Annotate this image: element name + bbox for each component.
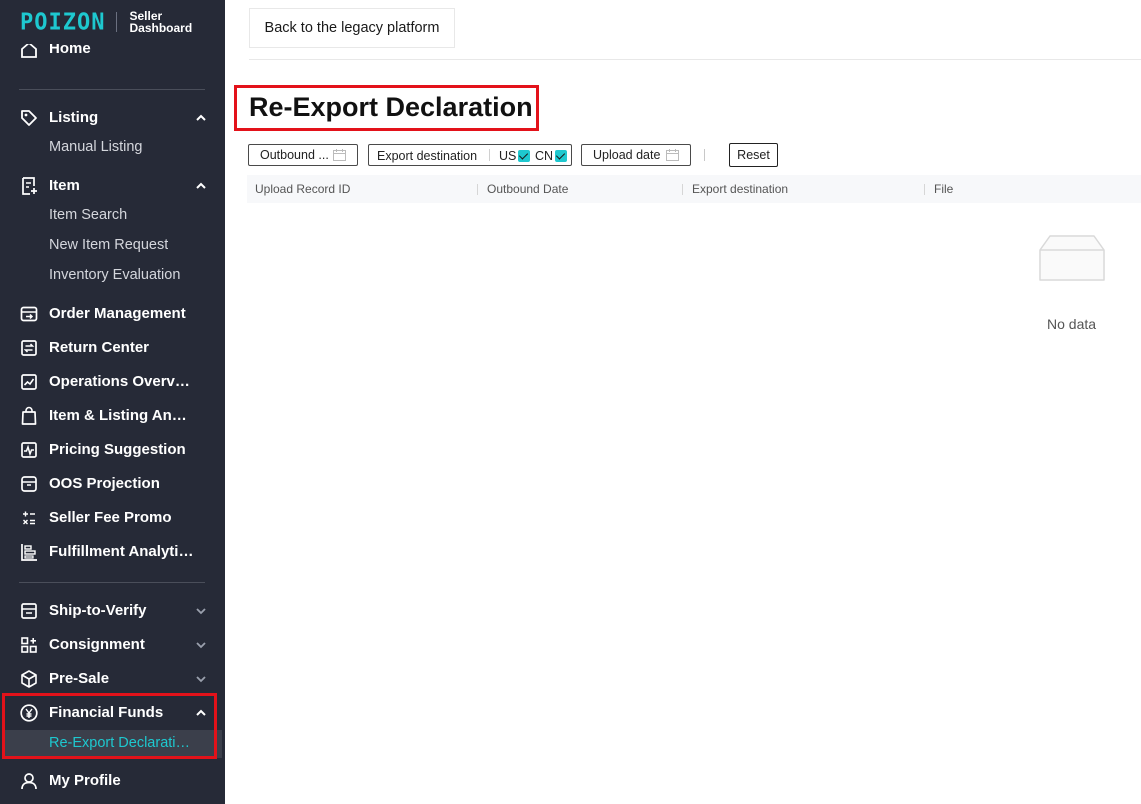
sidebar-item-pre-sale[interactable]: Pre-Sale bbox=[0, 664, 225, 694]
upload-date-picker[interactable]: Upload date bbox=[581, 144, 691, 166]
calendar-icon bbox=[333, 149, 346, 161]
sidebar-item-label: Operations Overview bbox=[49, 373, 194, 390]
brand-divider bbox=[116, 12, 118, 32]
header-divider bbox=[249, 59, 1141, 60]
order-box-icon bbox=[20, 306, 38, 322]
bar-chart-icon bbox=[21, 544, 37, 561]
sidebar-item-home[interactable]: Home bbox=[0, 40, 225, 74]
sidebar-divider bbox=[19, 582, 205, 583]
chevron-down-icon bbox=[196, 642, 206, 649]
calculator-icon bbox=[23, 511, 35, 525]
option-cn-label: CN bbox=[535, 149, 554, 163]
sidebar-item-ship-to-verify[interactable]: Ship-to-Verify bbox=[0, 596, 225, 626]
shopping-bag-icon bbox=[21, 406, 37, 425]
sidebar-item-label: Pre-Sale bbox=[49, 670, 110, 687]
outbound-date-picker[interactable]: Outbound ... bbox=[248, 144, 358, 166]
sidebar-subitem-label: Manual Listing bbox=[49, 139, 143, 155]
grid-icon bbox=[21, 637, 37, 653]
sidebar-item-label: Item bbox=[49, 177, 80, 194]
sidebar-item-label: Return Center bbox=[49, 339, 150, 356]
column-separator bbox=[924, 184, 925, 195]
sidebar-item-label: Listing bbox=[49, 109, 99, 126]
sidebar-item-operations-overview[interactable]: Operations Overview bbox=[0, 367, 225, 397]
sidebar-subitem-manual-listing[interactable]: Manual Listing bbox=[0, 134, 225, 162]
sidebar-item-listing[interactable]: Listing bbox=[0, 103, 225, 133]
brand-subtitle-line2: Dashboard bbox=[129, 21, 193, 35]
user-icon bbox=[21, 773, 37, 790]
shipping-box-icon bbox=[21, 603, 37, 619]
brand-subtitle: Seller Dashboard bbox=[129, 10, 192, 34]
calendar-icon bbox=[666, 149, 679, 161]
option-cn[interactable]: CN bbox=[535, 149, 568, 163]
cube-icon bbox=[21, 670, 37, 688]
filter-separator bbox=[704, 149, 705, 161]
line-chart-icon bbox=[21, 374, 37, 390]
sidebar: Home Listing Manual Listing Item Item Se… bbox=[0, 0, 225, 804]
reset-button[interactable]: Reset bbox=[729, 143, 778, 167]
option-us-label: US bbox=[499, 149, 517, 163]
checkbox-checked-icon[interactable] bbox=[555, 150, 568, 162]
sidebar-item-seller-fee-promo[interactable]: Seller Fee Promo bbox=[0, 503, 225, 533]
sidebar-item-label: Item & Listing Analytics bbox=[49, 407, 194, 424]
back-to-legacy-button[interactable]: Back to the legacy platform bbox=[249, 8, 455, 48]
sidebar-item-label: OOS Projection bbox=[49, 475, 160, 492]
export-destination-select[interactable]: Export destination US CN bbox=[368, 144, 572, 166]
column-separator bbox=[477, 184, 478, 195]
return-icon bbox=[21, 340, 37, 356]
sidebar-item-return-center[interactable]: Return Center bbox=[0, 333, 225, 363]
archive-icon bbox=[21, 476, 37, 492]
highlight-box-page-title bbox=[234, 85, 539, 131]
upload-date-placeholder: Upload date bbox=[593, 148, 661, 162]
sidebar-subitem-label: Inventory Evaluation bbox=[49, 267, 181, 283]
sidebar-item-item-listing-analytics[interactable]: Item & Listing Analytics bbox=[0, 401, 225, 431]
sidebar-item-label: My Profile bbox=[49, 772, 121, 789]
sidebar-subitem-label: Item Search bbox=[49, 207, 128, 223]
sidebar-item-order-management[interactable]: Order Management bbox=[0, 299, 225, 329]
column-header-file[interactable]: File bbox=[934, 182, 953, 196]
tag-icon bbox=[21, 110, 37, 126]
sidebar-item-label: Pricing Suggestion bbox=[49, 441, 186, 458]
filter-divider bbox=[489, 149, 490, 161]
sidebar-subitem-inventory-evaluation[interactable]: Inventory Evaluation bbox=[0, 262, 225, 290]
chevron-down-icon bbox=[196, 676, 206, 683]
empty-state-text: No data bbox=[1047, 316, 1097, 332]
poizon-logo[interactable]: POIZON bbox=[20, 9, 105, 35]
chevron-up-icon bbox=[196, 182, 206, 189]
highlight-box-financial-funds bbox=[2, 693, 217, 759]
chevron-up-icon bbox=[196, 114, 206, 121]
sidebar-item-pricing-suggestion[interactable]: Pricing Suggestion bbox=[0, 435, 225, 465]
column-header-outbound-date[interactable]: Outbound Date bbox=[487, 182, 568, 196]
chevron-down-icon bbox=[196, 608, 206, 615]
table-header: Upload Record ID Outbound Date Export de… bbox=[247, 175, 1141, 203]
brand-header: POIZON Seller Dashboard bbox=[0, 0, 225, 44]
sidebar-item-label: Order Management bbox=[49, 305, 186, 322]
option-us[interactable]: US bbox=[499, 149, 531, 163]
document-plus-icon bbox=[22, 177, 37, 195]
checkbox-checked-icon[interactable] bbox=[518, 150, 531, 162]
sidebar-item-fulfillment-analytics[interactable]: Fulfillment Analytics bbox=[0, 537, 225, 567]
sidebar-item-oos-projection[interactable]: OOS Projection bbox=[0, 469, 225, 499]
sidebar-subitem-item-search[interactable]: Item Search bbox=[0, 202, 225, 230]
pulse-icon bbox=[21, 442, 37, 458]
sidebar-item-label: Ship-to-Verify bbox=[49, 602, 147, 619]
column-separator bbox=[682, 184, 683, 195]
sidebar-subitem-new-item-request[interactable]: New Item Request bbox=[0, 232, 225, 260]
export-destination-label: Export destination bbox=[377, 149, 478, 163]
sidebar-divider bbox=[19, 89, 205, 90]
sidebar-subitem-label: New Item Request bbox=[49, 237, 169, 253]
outbound-date-placeholder: Outbound ... bbox=[260, 148, 329, 162]
column-header-upload-record-id[interactable]: Upload Record ID bbox=[255, 182, 350, 196]
sidebar-item-item[interactable]: Item bbox=[0, 171, 225, 201]
sidebar-item-my-profile[interactable]: My Profile bbox=[0, 766, 225, 796]
empty-box-icon bbox=[1039, 235, 1105, 281]
column-header-export-destination[interactable]: Export destination bbox=[692, 182, 788, 196]
sidebar-item-label: Seller Fee Promo bbox=[49, 509, 172, 526]
sidebar-item-label: Fulfillment Analytics bbox=[49, 543, 194, 560]
sidebar-item-consignment[interactable]: Consignment bbox=[0, 630, 225, 660]
sidebar-item-label: Consignment bbox=[49, 636, 145, 653]
